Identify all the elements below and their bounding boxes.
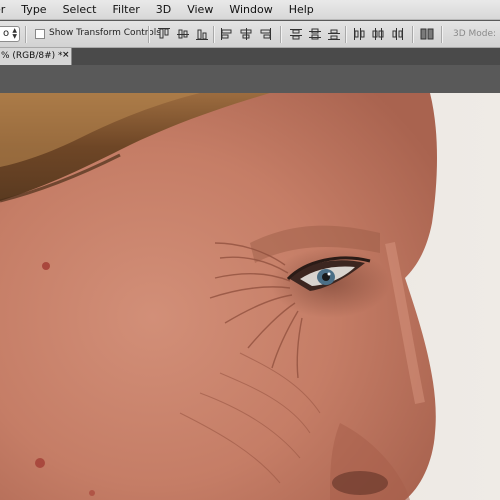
- menu-item-type[interactable]: Type: [21, 3, 54, 16]
- auto-align-layers-icon[interactable]: [420, 27, 434, 41]
- menu-item-filter[interactable]: Filter: [113, 3, 148, 16]
- show-transform-label: Show Transform Controls: [49, 28, 161, 38]
- document-tab-bar: % (RGB/8#) * ×: [0, 48, 500, 65]
- show-transform-checkbox[interactable]: [35, 29, 45, 39]
- align-top-edges-icon[interactable]: [157, 27, 171, 41]
- menu-item-layer[interactable]: er: [0, 3, 13, 16]
- auto-select-dropdown[interactable]: o ▲ ▼: [0, 26, 20, 42]
- close-icon[interactable]: ×: [62, 50, 70, 60]
- toolbar-divider: [213, 26, 215, 43]
- distribute-bottom-edges-icon[interactable]: [327, 27, 341, 41]
- menu-item-help[interactable]: Help: [289, 3, 322, 16]
- menu-item-view[interactable]: View: [187, 3, 221, 16]
- pasteboard: [0, 65, 500, 93]
- menu-item-window[interactable]: Window: [229, 3, 280, 16]
- menu-item-3d[interactable]: 3D: [156, 3, 179, 16]
- distribute-horizontal-centers-icon[interactable]: [371, 27, 385, 41]
- align-horizontal-centers-icon[interactable]: [239, 27, 253, 41]
- distribute-top-edges-icon[interactable]: [289, 27, 303, 41]
- distribute-vertical-centers-icon[interactable]: [308, 27, 322, 41]
- auto-select-dropdown-value: o: [3, 28, 10, 39]
- distribute-right-edges-icon[interactable]: [390, 27, 404, 41]
- menu-item-select[interactable]: Select: [63, 3, 105, 16]
- 3d-mode-label: 3D Mode:: [453, 29, 497, 39]
- document-tab-label: % (RGB/8#) *: [1, 51, 63, 61]
- align-vertical-centers-icon[interactable]: [176, 27, 190, 41]
- toolbar-divider: [148, 26, 150, 43]
- document-tab[interactable]: % (RGB/8#) * ×: [0, 48, 72, 65]
- toolbar-divider: [345, 26, 347, 43]
- distribute-left-edges-icon[interactable]: [352, 27, 366, 41]
- align-right-edges-icon[interactable]: [258, 27, 272, 41]
- dropdown-arrows-icon: ▲ ▼: [12, 27, 17, 40]
- document-canvas[interactable]: [0, 93, 500, 500]
- toolbar-divider: [412, 26, 414, 43]
- toolbar-divider: [25, 26, 27, 43]
- face-photo: [0, 93, 500, 500]
- menu-bar: er Type Select Filter 3D View Window Hel…: [0, 0, 500, 20]
- toolbar-divider: [441, 26, 443, 43]
- align-bottom-edges-icon[interactable]: [195, 27, 209, 41]
- options-bar: o ▲ ▼ Show Transform Controls 3D Mode:: [0, 21, 500, 48]
- align-left-edges-icon[interactable]: [220, 27, 234, 41]
- toolbar-divider: [280, 26, 282, 43]
